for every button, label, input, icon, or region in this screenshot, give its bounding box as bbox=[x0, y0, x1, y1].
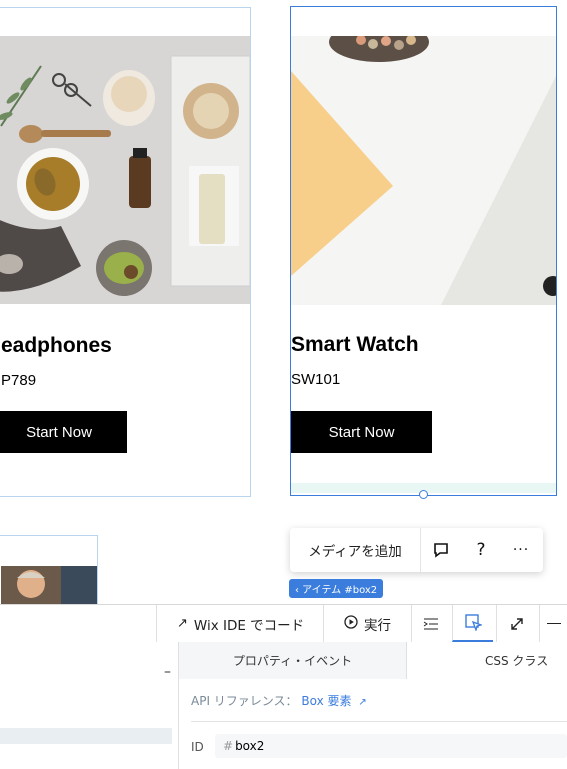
help-icon[interactable]: ? bbox=[461, 528, 501, 572]
id-field[interactable]: # box2 bbox=[215, 734, 567, 758]
code-in-ide-button[interactable]: ↗ Wix IDE でコード bbox=[156, 605, 342, 642]
code-panel-left: – bbox=[0, 642, 179, 769]
product-image-cosmetics bbox=[291, 36, 556, 305]
api-reference-link[interactable]: Box 要素 bbox=[301, 694, 351, 708]
divider bbox=[191, 721, 567, 722]
api-reference-label: API リファレンス： bbox=[191, 694, 298, 708]
start-now-button[interactable]: Start Now bbox=[291, 411, 432, 453]
product-image-people bbox=[1, 566, 97, 606]
product-card-smart-watch[interactable]: Smart Watch SW101 Start Now bbox=[290, 6, 557, 496]
external-link-icon[interactable]: ↗ bbox=[358, 697, 366, 708]
comment-icon[interactable] bbox=[421, 528, 461, 572]
collapse-icon[interactable]: – bbox=[164, 664, 171, 680]
resize-handle[interactable] bbox=[419, 490, 428, 499]
product-image-spa bbox=[0, 36, 250, 304]
run-button[interactable]: 実行 bbox=[323, 605, 424, 642]
ide-toolbar: ↗ Wix IDE でコード 実行 bbox=[0, 604, 567, 643]
id-value: box2 bbox=[235, 739, 265, 753]
run-label: 実行 bbox=[364, 617, 391, 634]
product-card-headphones[interactable]: eadphones P789 Start Now bbox=[0, 7, 251, 497]
selection-tag[interactable]: ‹ アイテム #box2 bbox=[289, 579, 384, 598]
tab-css-classes[interactable]: CSS クラス bbox=[407, 642, 567, 679]
product-code: SW101 bbox=[291, 371, 341, 388]
selected-row[interactable] bbox=[0, 728, 172, 744]
expand-icon[interactable] bbox=[496, 605, 537, 642]
id-label: ID bbox=[191, 740, 204, 754]
play-icon bbox=[344, 614, 358, 633]
indent-icon[interactable] bbox=[411, 605, 450, 642]
external-link-icon: ↗ bbox=[177, 616, 188, 631]
add-media-button[interactable]: メディアを追加 bbox=[290, 528, 421, 572]
api-reference-row: API リファレンス： Box 要素 ↗ bbox=[191, 692, 367, 709]
select-element-icon[interactable] bbox=[452, 605, 493, 642]
tab-properties-events[interactable]: プロパティ・イベント bbox=[179, 642, 407, 679]
hash-icon: # bbox=[223, 739, 234, 753]
properties-panel: プロパティ・イベント CSS クラス API リファレンス： Box 要素 ↗ … bbox=[179, 642, 567, 769]
element-floating-toolbar: メディアを追加 ? ··· bbox=[290, 528, 543, 572]
product-name: Smart Watch bbox=[291, 333, 419, 356]
minimize-icon[interactable] bbox=[539, 605, 567, 642]
product-code: P789 bbox=[1, 372, 37, 389]
start-now-button[interactable]: Start Now bbox=[0, 411, 127, 453]
code-in-ide-label: Wix IDE でコード bbox=[193, 617, 305, 634]
product-name: eadphones bbox=[1, 334, 112, 357]
more-icon[interactable]: ··· bbox=[501, 528, 541, 572]
